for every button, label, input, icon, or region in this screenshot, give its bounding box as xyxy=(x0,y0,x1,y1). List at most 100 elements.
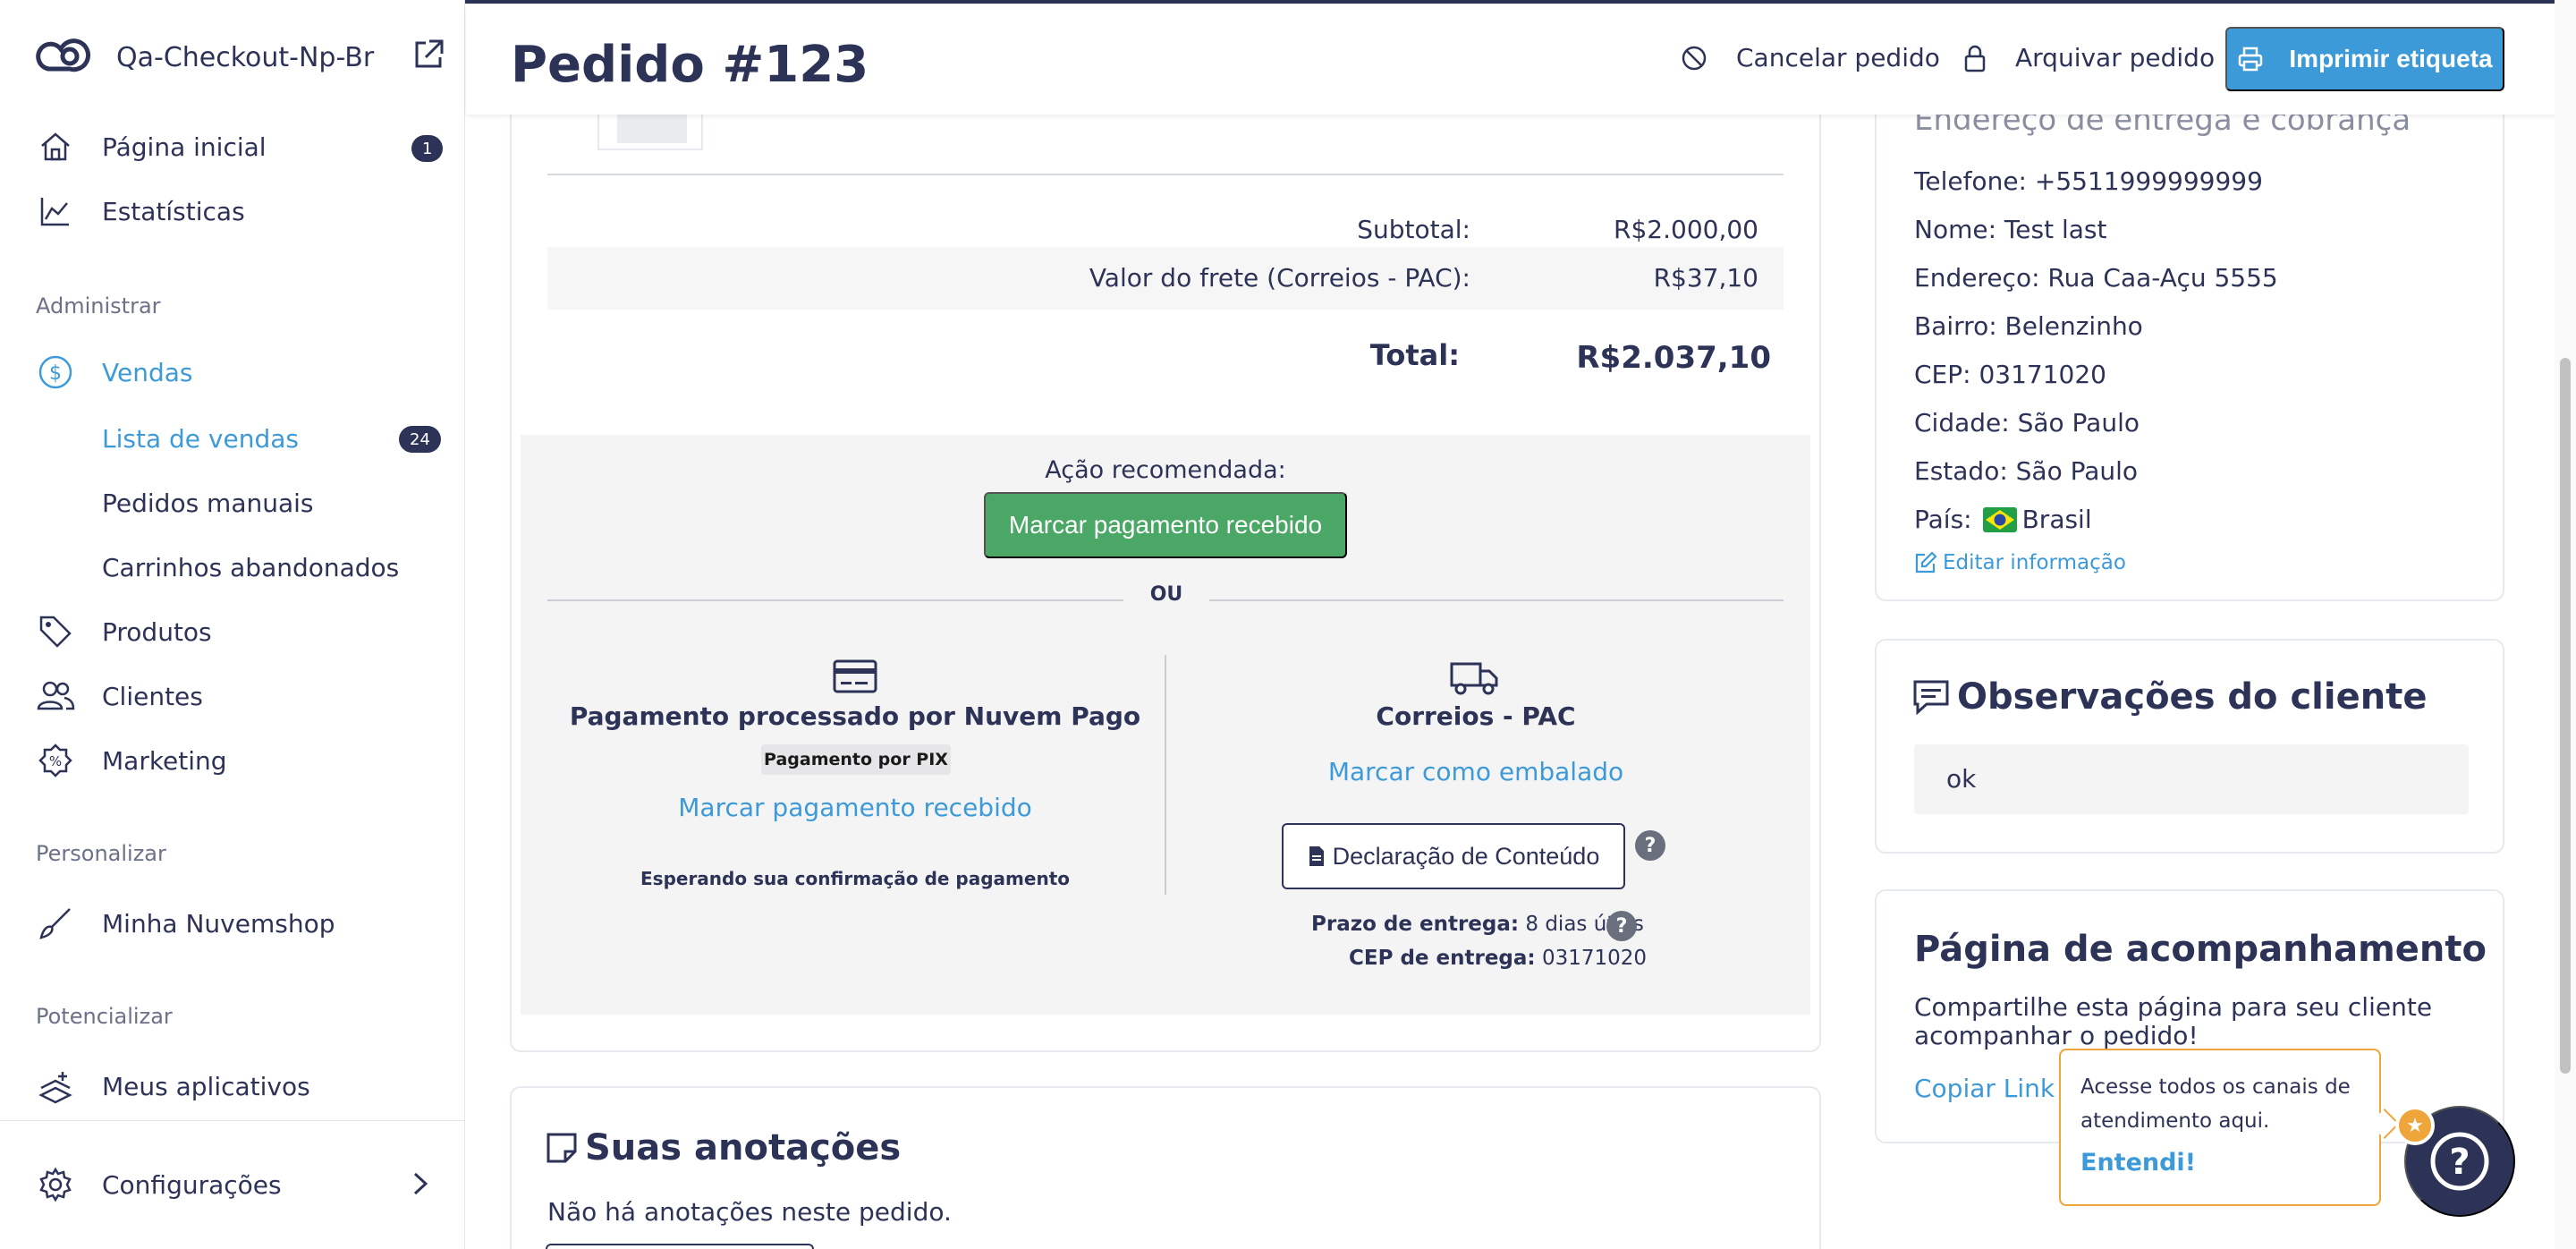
sidebar-item-label: Vendas xyxy=(102,357,193,387)
sidebar-item-label: Produtos xyxy=(102,616,212,647)
declaration-label: Declaração de Conteúdo xyxy=(1332,842,1600,870)
sidebar-item-label: Página inicial xyxy=(102,132,267,162)
archive-order-button[interactable]: Arquivar pedido xyxy=(1963,43,2215,72)
delivery-cep: CEP de entrega: 03171020 xyxy=(1349,947,1647,970)
printer-icon xyxy=(2237,46,2276,72)
sidebar-item-abandoned-carts[interactable]: Carrinhos abandonados xyxy=(102,542,399,592)
store-name: Qa-Checkout-Np-Br xyxy=(116,41,375,73)
total-label: Total: xyxy=(1369,338,1460,372)
edit-icon xyxy=(1914,551,1937,574)
address-phone: Telefone: +5511999999999 xyxy=(1914,166,2263,196)
divider xyxy=(547,174,1784,175)
brazil-flag-icon xyxy=(1982,506,2017,532)
lock-icon xyxy=(1963,44,2001,72)
address-cep: CEP: 03171020 xyxy=(1914,360,2106,389)
stats-icon xyxy=(36,191,75,231)
cancel-order-label: Cancelar pedido xyxy=(1736,43,1940,72)
external-link-icon[interactable] xyxy=(411,38,445,75)
total-value: R$2.037,10 xyxy=(1576,340,1771,376)
add-note-button[interactable] xyxy=(546,1244,814,1249)
scrollbar-thumb[interactable] xyxy=(2560,358,2571,1074)
sidebar-item-label: Meus aplicativos xyxy=(102,1071,310,1101)
delivery-time-label: Prazo de entrega: xyxy=(1311,913,1520,936)
page-title: Pedido #123 xyxy=(511,36,869,94)
notes-heading: Suas anotações xyxy=(546,1127,901,1168)
sales-list-badge: 24 xyxy=(399,426,441,453)
observations-heading: Observações do cliente xyxy=(1912,676,2427,718)
help-icon: ? xyxy=(2428,1129,2492,1194)
edit-address-link[interactable]: Editar informação xyxy=(1914,551,2126,574)
sidebar: Qa-Checkout-Np-Br Página inicial 1 Estat… xyxy=(0,0,465,1249)
address-street: Endereço: Rua Caa-Açu 5555 xyxy=(1914,263,2278,293)
tooltip-text: Acesse todos os canais de atendimento aq… xyxy=(2080,1075,2351,1133)
sidebar-item-manual-orders[interactable]: Pedidos manuais xyxy=(102,478,314,528)
percent-icon: % xyxy=(36,741,75,780)
chevron-right-icon[interactable] xyxy=(410,1170,431,1201)
sidebar-item-home[interactable]: Página inicial xyxy=(36,122,447,172)
address-city: Cidade: São Paulo xyxy=(1914,408,2140,438)
document-icon xyxy=(1308,845,1326,868)
help-tooltip: Acesse todos os canais de atendimento aq… xyxy=(2059,1049,2381,1206)
sidebar-item-my-store[interactable]: Minha Nuvemshop xyxy=(36,898,447,948)
svg-text:%: % xyxy=(49,753,62,769)
copy-link[interactable]: Copiar Link xyxy=(1914,1074,2081,1103)
tracking-title: Página de acompanhamento xyxy=(1914,929,2487,970)
delivery-cep-value: 03171020 xyxy=(1541,947,1648,970)
column-divider xyxy=(1165,655,1166,895)
sidebar-item-marketing[interactable]: % Marketing xyxy=(36,735,447,786)
payment-status: Esperando sua confirmação de pagamento xyxy=(640,868,1070,889)
print-label-button[interactable]: Imprimir etiqueta xyxy=(2225,27,2504,91)
sidebar-item-label: Minha Nuvemshop xyxy=(102,908,335,939)
copy-link-label: Copiar Link xyxy=(1914,1074,2055,1103)
sidebar-item-products[interactable]: Produtos xyxy=(36,607,447,657)
sidebar-item-sales-list[interactable]: Lista de vendas xyxy=(102,413,299,463)
subtotal-value: R$2.000,00 xyxy=(1614,215,1758,244)
sidebar-item-label: Clientes xyxy=(102,681,203,711)
credit-card-icon xyxy=(832,658,878,698)
note-icon xyxy=(546,1132,578,1164)
question-icon[interactable]: ? xyxy=(1606,911,1637,941)
address-country: País: Brasil xyxy=(1914,505,2092,534)
users-icon xyxy=(36,676,75,716)
mark-packed-link[interactable]: Marcar como embalado xyxy=(1181,757,1771,786)
sidebar-item-customers[interactable]: Clientes xyxy=(36,671,447,721)
address-name: Nome: Test last xyxy=(1914,215,2107,244)
sidebar-item-settings[interactable]: Configurações xyxy=(36,1160,447,1210)
shipping-value: R$37,10 xyxy=(1653,263,1758,293)
sidebar-item-label: Marketing xyxy=(102,745,227,776)
svg-text:?: ? xyxy=(2449,1142,2470,1183)
home-badge: 1 xyxy=(411,135,444,162)
shipping-title: Correios - PAC xyxy=(1376,701,1576,731)
tooltip-dismiss-link[interactable]: Entendi! xyxy=(2080,1149,2360,1177)
truck-icon xyxy=(1449,658,1499,700)
sidebar-item-label: Configurações xyxy=(102,1169,282,1200)
payment-title: Pagamento processado por Nuvem Pago xyxy=(569,701,1141,731)
home-icon xyxy=(36,127,75,166)
brand[interactable]: Qa-Checkout-Np-Br xyxy=(36,32,374,82)
observations-text: ok xyxy=(1914,744,2469,814)
edit-link-label: Editar informação xyxy=(1943,551,2126,574)
svg-text:$: $ xyxy=(49,362,62,385)
country-label: País: xyxy=(1914,505,1972,534)
declaration-button[interactable]: Declaração de Conteúdo xyxy=(1282,823,1625,889)
sidebar-item-my-apps[interactable]: Meus aplicativos xyxy=(36,1061,447,1111)
sidebar-divider xyxy=(0,1120,465,1121)
recommended-label: Ação recomendada: xyxy=(1045,456,1286,484)
divider-left xyxy=(547,599,1123,601)
payment-mark-paid-link[interactable]: Marcar pagamento recebido xyxy=(564,793,1147,822)
brush-icon xyxy=(36,904,75,943)
mark-paid-button[interactable]: Marcar pagamento recebido xyxy=(984,492,1347,558)
sidebar-item-stats[interactable]: Estatísticas xyxy=(36,186,447,236)
ban-icon xyxy=(1681,45,1722,72)
or-label: OU xyxy=(1149,583,1183,606)
observations-title: Observações do cliente xyxy=(1957,676,2428,718)
delivery-time: Prazo de entrega: 8 dias úteis xyxy=(1311,913,1644,936)
question-icon[interactable]: ? xyxy=(1635,830,1665,861)
subtotal-label: Subtotal: xyxy=(1357,215,1470,244)
cancel-order-button[interactable]: Cancelar pedido xyxy=(1681,43,1940,72)
section-label-boost: Potencializar xyxy=(36,1004,173,1029)
section-label-customize: Personalizar xyxy=(36,841,166,866)
sidebar-item-sales[interactable]: $ Vendas xyxy=(36,347,447,397)
payment-method-badge: Pagamento por PIX xyxy=(761,744,951,775)
delivery-cep-label: CEP de entrega: xyxy=(1349,947,1536,970)
